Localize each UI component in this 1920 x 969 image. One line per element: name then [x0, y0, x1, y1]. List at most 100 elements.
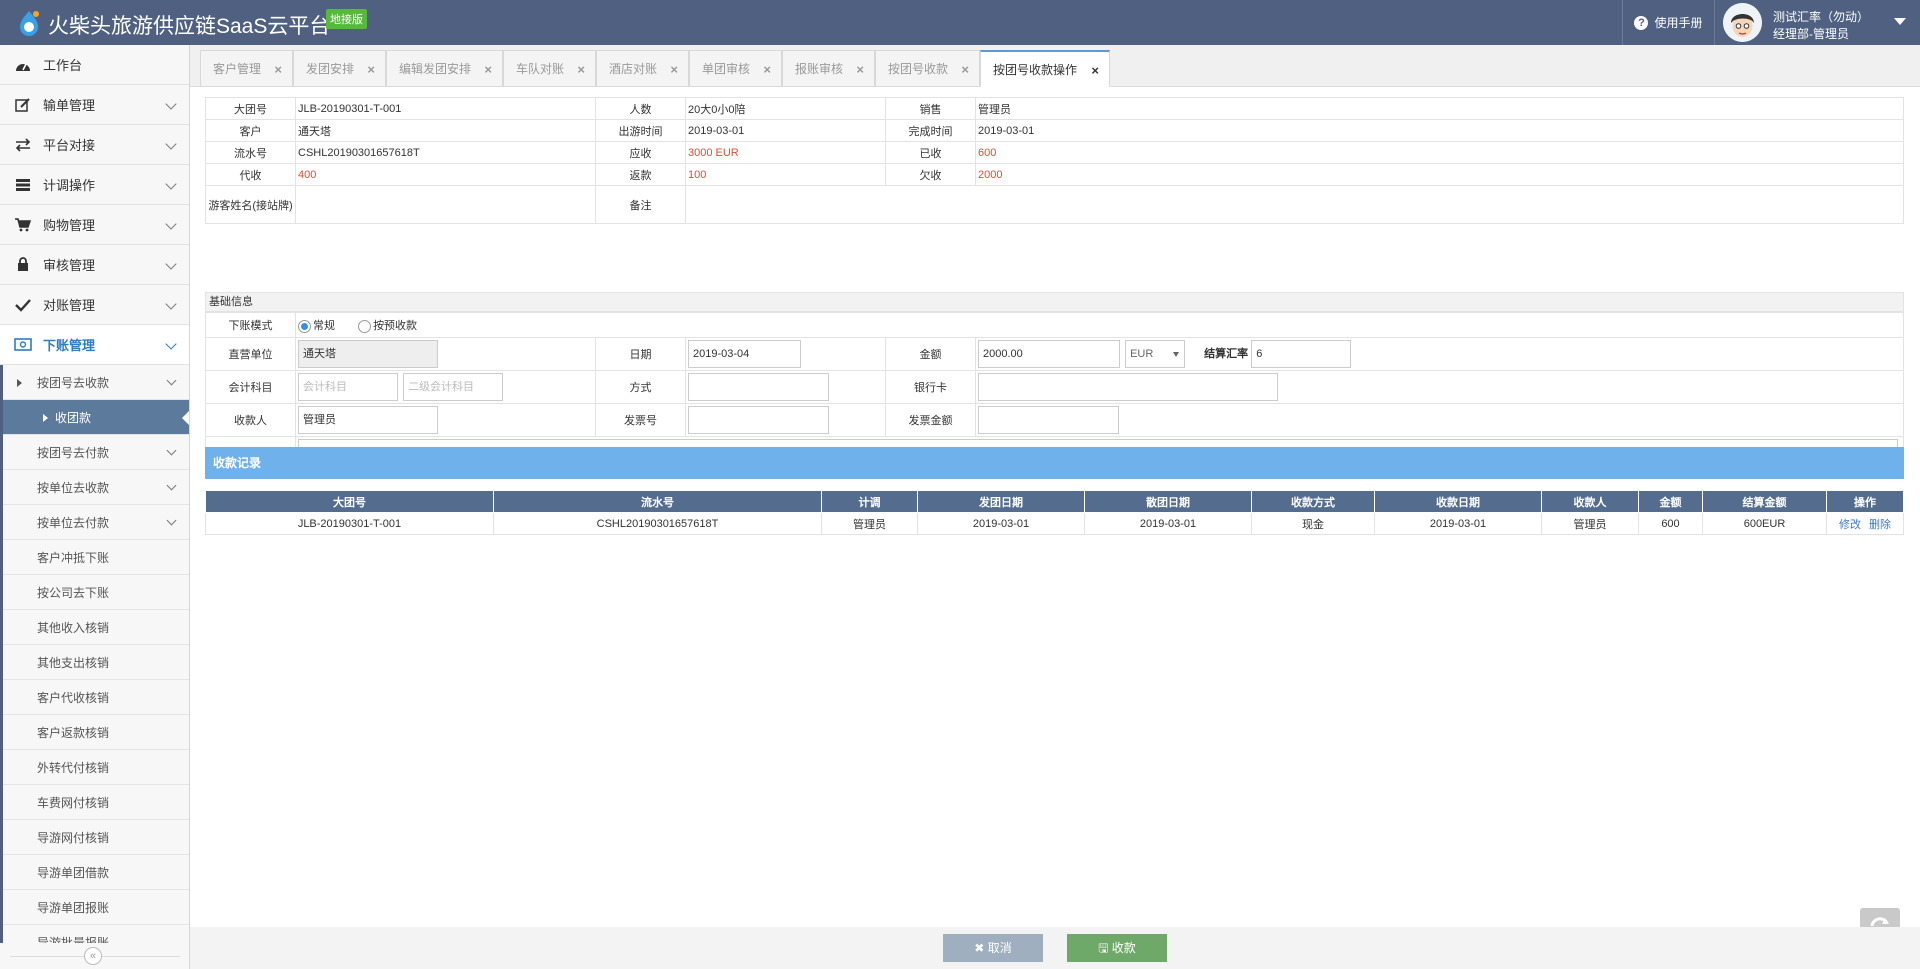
- tab-collect-operation[interactable]: 按团号收款操作 ×: [980, 50, 1110, 87]
- info-label: 代收: [205, 163, 296, 186]
- sidebar-sub-item[interactable]: 外转代付核销: [3, 750, 189, 785]
- bank-card-field[interactable]: [978, 373, 1278, 401]
- column-header: 发团日期: [917, 490, 1085, 513]
- sidebar-item-reconcile[interactable]: 对账管理: [0, 285, 189, 325]
- currency-select[interactable]: EUR: [1125, 340, 1186, 368]
- payee-field[interactable]: 管理员: [298, 406, 438, 434]
- close-icon[interactable]: ×: [856, 62, 864, 77]
- edit-link[interactable]: 修改: [1839, 519, 1861, 531]
- sidebar-sub-item[interactable]: 其他支出核销: [3, 645, 189, 680]
- dashboard-icon: [13, 57, 33, 73]
- sidebar-sub-item[interactable]: 客户代收核销: [3, 680, 189, 715]
- sidebar-item-platform[interactable]: 平台对接: [0, 125, 189, 165]
- sidebar-sub-label: 按团号去收款: [37, 375, 110, 390]
- refund-amount: 100: [685, 163, 886, 186]
- form-label: 会计科目: [205, 370, 296, 404]
- rate-field[interactable]: 6: [1251, 340, 1352, 368]
- collapse-sidebar-icon[interactable]: «: [84, 947, 102, 965]
- help-manual-button[interactable]: ? 使用手册: [1622, 0, 1714, 45]
- chevron-down-icon: [165, 298, 177, 310]
- close-icon[interactable]: ×: [367, 62, 375, 77]
- collect-button[interactable]: 🖫 收款: [1067, 934, 1167, 962]
- sidebar-sub-label: 外转代付核销: [37, 760, 110, 775]
- cart-icon: [13, 217, 33, 233]
- subject-field[interactable]: 会计科目: [298, 373, 398, 401]
- cancel-button[interactable]: ✖ 取消: [943, 934, 1043, 962]
- mode-normal-radio[interactable]: [298, 319, 311, 333]
- info-label: 返款: [595, 163, 686, 186]
- sidebar-item-order[interactable]: 输单管理: [0, 85, 189, 125]
- sidebar-sub-label: 导游网付核销: [37, 830, 110, 845]
- sidebar-sub-pay-by-unit[interactable]: 按单位去付款: [3, 505, 189, 540]
- tab-dispatch[interactable]: 发团安排 ×: [293, 50, 386, 87]
- date-field[interactable]: 2019-03-04: [688, 340, 801, 368]
- close-icon[interactable]: ×: [670, 62, 678, 77]
- sidebar-sub-item[interactable]: 导游单团报账: [3, 890, 189, 925]
- sidebar-sub-item[interactable]: 导游网付核销: [3, 820, 189, 855]
- close-icon[interactable]: ×: [961, 62, 969, 77]
- table-cell: JLB-20190301-T-001: [205, 512, 494, 535]
- sidebar-item-dashboard[interactable]: 工作台: [0, 45, 189, 85]
- serial-number: CSHL20190301657618T: [295, 141, 596, 164]
- main-content: 客户管理 × 发团安排 × 编辑发团安排 × 车队对账 × 酒店对账 × 单团审核 × 报账…: [190, 45, 1920, 969]
- tab-group-audit[interactable]: 单团审核 ×: [689, 50, 782, 87]
- sidebar-sub-pay-by-group[interactable]: 按团号去付款: [3, 435, 189, 470]
- customer-name: 通天塔: [295, 119, 596, 142]
- amount-field[interactable]: 2000.00: [978, 340, 1120, 368]
- sidebar-sub-item[interactable]: 导游单团借款: [3, 855, 189, 890]
- tab-label: 客户管理: [213, 62, 262, 76]
- sidebar-sub-collect-by-unit[interactable]: 按单位去收款: [3, 470, 189, 505]
- mode-prepay-radio[interactable]: [358, 319, 372, 333]
- column-header: 散团日期: [1084, 490, 1252, 513]
- sidebar-sub-item[interactable]: 车费网付核销: [3, 785, 189, 820]
- column-header: 流水号: [493, 490, 822, 513]
- invoice-amount-field[interactable]: [978, 406, 1119, 434]
- sidebar-label: 输单管理: [43, 98, 96, 113]
- chevron-down-icon: [166, 445, 177, 456]
- received-amount: 600: [975, 141, 1904, 164]
- caret-right-icon: [43, 414, 48, 422]
- chevron-down-icon: [165, 98, 177, 110]
- form-label: 日期: [595, 337, 686, 371]
- chevron-down-icon: [166, 375, 177, 386]
- close-icon[interactable]: ×: [763, 62, 771, 77]
- sidebar-sub-receive-group-payment[interactable]: 收团款: [3, 400, 189, 435]
- sidebar-sub-item[interactable]: 其他收入核销: [3, 610, 189, 645]
- save-icon: 🖫: [1098, 941, 1112, 955]
- tab-customer[interactable]: 客户管理 ×: [200, 50, 293, 87]
- tab-hotel[interactable]: 酒店对账 ×: [596, 50, 689, 87]
- delete-link[interactable]: 删除: [1869, 519, 1891, 531]
- records-table: 大团号 流水号 计调 发团日期 散团日期 收款方式 收款日期 收款人 金额 结算…: [205, 490, 1904, 535]
- form-label: 直营单位: [205, 337, 296, 371]
- sidebar-sub-item[interactable]: 按公司去下账: [3, 575, 189, 610]
- sidebar-collapse-bar: «: [0, 943, 189, 969]
- close-icon[interactable]: ×: [484, 62, 492, 77]
- sidebar-item-settlement[interactable]: 下账管理: [0, 325, 189, 365]
- subject2-field[interactable]: 二级会计科目: [403, 373, 504, 401]
- sidebar-sub-collect-by-group[interactable]: 按团号去收款: [3, 365, 189, 400]
- tab-fleet[interactable]: 车队对账 ×: [503, 50, 596, 87]
- sidebar-item-shopping[interactable]: 购物管理: [0, 205, 189, 245]
- close-icon[interactable]: ×: [577, 62, 585, 77]
- tab-expense-audit[interactable]: 报账审核 ×: [782, 50, 875, 87]
- user-menu[interactable]: 测试汇率（勿动） 经理部-管理员: [1714, 0, 1920, 45]
- chevron-down-icon: [166, 515, 177, 526]
- close-icon[interactable]: ×: [274, 62, 282, 77]
- tab-edit-dispatch[interactable]: 编辑发团安排 ×: [386, 50, 503, 87]
- mode-normal-label: 常规: [313, 320, 335, 332]
- close-icon[interactable]: ×: [1091, 63, 1099, 78]
- invoice-number-field[interactable]: [688, 406, 829, 434]
- sidebar-sub-item[interactable]: 客户返款核销: [3, 715, 189, 750]
- info-label: 已收: [885, 141, 976, 164]
- sidebar-label: 对账管理: [43, 298, 96, 313]
- tab-collect-by-group[interactable]: 按团号收款 ×: [875, 50, 980, 87]
- table-cell: CSHL20190301657618T: [493, 512, 822, 535]
- sidebar-label: 下账管理: [43, 338, 96, 353]
- help-label: 使用手册: [1654, 16, 1703, 30]
- group-number: JLB-20190301-T-001: [295, 97, 596, 120]
- chevron-down-icon: [165, 178, 177, 190]
- sidebar-item-dispatch[interactable]: 计调操作: [0, 165, 189, 205]
- sidebar-sub-item[interactable]: 客户冲抵下账: [3, 540, 189, 575]
- method-field[interactable]: [688, 373, 829, 401]
- sidebar-item-audit[interactable]: 审核管理: [0, 245, 189, 285]
